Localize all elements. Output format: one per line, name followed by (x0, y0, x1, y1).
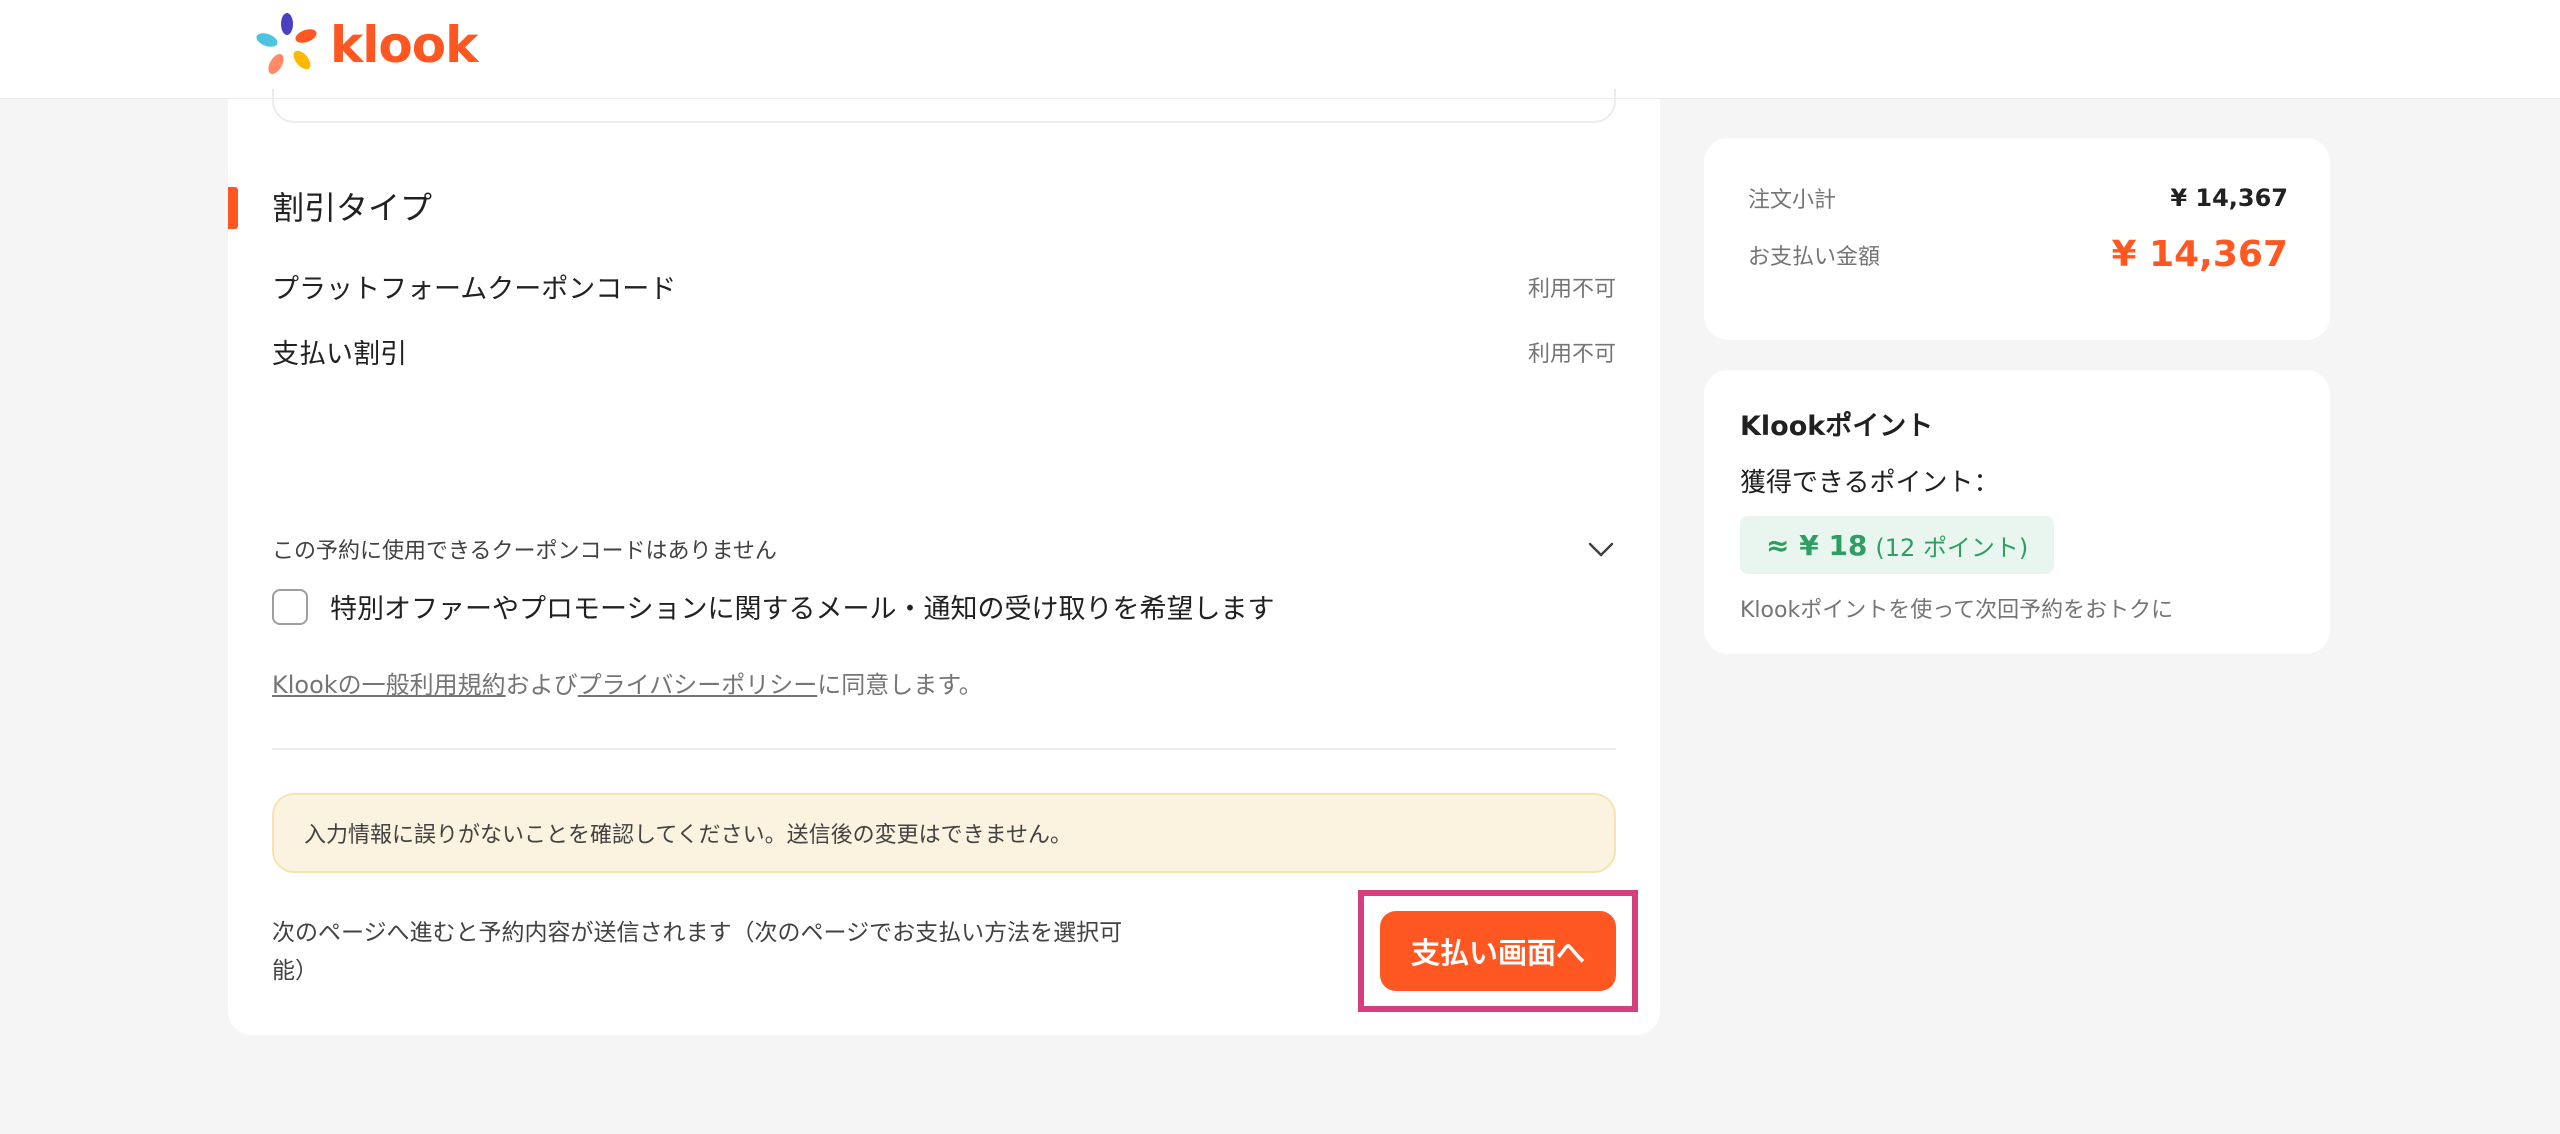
subtotal-value: ¥ 14,367 (2170, 184, 2288, 212)
promo-checkbox-label: 特別オファーやプロモーションに関するメール・通知の受け取りを希望します (330, 594, 1275, 625)
total-row: お支払い金額 ¥ 14,367 (1748, 234, 2288, 275)
discount-row-platform-coupon: プラットフォームクーポンコード 利用不可 (272, 267, 1616, 306)
coupon-dropdown-text: この予約に使用できるクーポンコードはありません (272, 539, 777, 564)
row-label: プラットフォームクーポンコード (272, 274, 677, 305)
terms-of-use-link[interactable]: Klookの一般利用規約 (272, 671, 506, 699)
row-label: 支払い割引 (272, 339, 407, 370)
terms-suffix-text: に同意します。 (817, 671, 983, 699)
coupon-dropdown[interactable]: この予約に使用できるクーポンコードはありません (272, 529, 1616, 569)
points-note: Klookポイントを使って次回予約をおトクに (1740, 598, 2174, 623)
divider (272, 748, 1616, 750)
section-title-discount: 割引タイプ (272, 189, 433, 227)
promo-checkbox[interactable] (272, 588, 308, 625)
privacy-policy-link[interactable]: プライバシーポリシー (578, 671, 818, 699)
points-title: Klookポイント (1740, 411, 1934, 442)
row-value: 利用不可 (1527, 341, 1616, 367)
logo-text: klook (330, 16, 478, 74)
subtotal-label: 注文小計 (1748, 188, 1837, 213)
total-value: ¥ 14,367 (2111, 234, 2288, 275)
section-accent-bar (228, 187, 238, 229)
terms-agreement: Klookの一般利用規約およびプライバシーポリシーに同意します。 (272, 665, 983, 700)
promo-opt-in[interactable]: 特別オファーやプロモーションに関するメール・通知の受け取りを希望します (272, 587, 1274, 626)
total-label: お支払い金額 (1748, 244, 1881, 270)
klook-logo-icon (256, 13, 317, 74)
chevron-down-icon (1588, 542, 1614, 557)
points-count: (12 ポイント) (1875, 533, 2029, 562)
points-badge: ≈ ¥ 18 (12 ポイント) (1740, 516, 2055, 574)
points-subtitle: 獲得できるポイント： (1740, 468, 2000, 498)
klook-points-card: Klookポイント 獲得できるポイント： ≈ ¥ 18 (12 ポイント) Kl… (1704, 370, 2330, 654)
proceed-to-payment-button[interactable]: 支払い画面へ (1380, 911, 1616, 991)
previous-section-box (272, 89, 1616, 123)
submit-note: 次のページへ進むと予約内容が送信されます（次のページでお支払い方法を選択可能） (272, 920, 1123, 984)
row-value: 利用不可 (1527, 276, 1616, 302)
subtotal-row: 注文小計 ¥ 14,367 (1748, 182, 2288, 214)
discount-row-payment-discount: 支払い割引 利用不可 (272, 332, 1616, 371)
top-bar: klook (0, 0, 2560, 99)
confirmation-notice: 入力情報に誤りがないことを確認してください。送信後の変更はできません。 (272, 793, 1616, 873)
klook-logo[interactable]: klook (254, 12, 478, 78)
order-summary-card: 注文小計 ¥ 14,367 お支払い金額 ¥ 14,367 (1704, 138, 2330, 340)
terms-and-text: および (505, 671, 578, 699)
points-amount: ≈ ¥ 18 (1766, 528, 1868, 562)
